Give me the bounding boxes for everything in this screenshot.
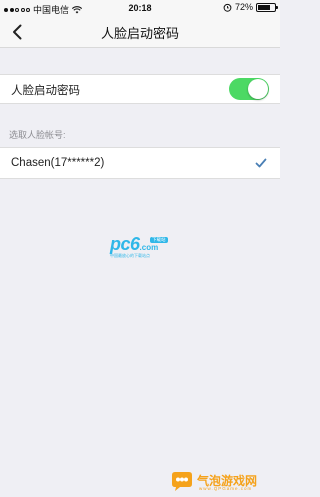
pc6-badge: 下载站 xyxy=(150,237,168,243)
toggle-knob xyxy=(248,79,268,99)
page-title: 人脸启动密码 xyxy=(100,26,179,41)
pc6-watermark-logo: pc6.com 下载站 中国最放心的下载站点 xyxy=(110,234,170,264)
alarm-icon xyxy=(223,3,232,12)
pc6-logo-domain: .com xyxy=(139,243,159,252)
nav-bar: 人脸启动密码 xyxy=(0,16,280,48)
face-password-row: 人脸启动密码 xyxy=(0,74,280,104)
status-bar: 中国电信 20:18 72% xyxy=(0,0,280,16)
battery-percent: 72% xyxy=(234,2,253,12)
qipao-watermark-logo: 气泡游戏网 www.QPGame.com xyxy=(169,471,277,493)
bubble-logo-icon xyxy=(172,472,192,491)
pc6-subtitle: 中国最放心的下载站点 xyxy=(110,253,150,258)
section-header: 选取人脸帐号: xyxy=(9,130,66,140)
status-right: 72% xyxy=(223,2,278,12)
face-password-toggle[interactable] xyxy=(229,78,269,100)
checkmark-icon xyxy=(255,158,267,168)
account-row[interactable]: Chasen(17******2) xyxy=(0,147,280,179)
qipao-url: www.QPGame.com xyxy=(199,486,253,491)
face-password-label: 人脸启动密码 xyxy=(11,85,80,97)
pc6-logo-text: pc6 xyxy=(110,234,140,254)
battery-icon xyxy=(256,2,278,12)
battery-fill xyxy=(258,4,270,10)
account-label: Chasen(17******2) xyxy=(11,157,105,169)
